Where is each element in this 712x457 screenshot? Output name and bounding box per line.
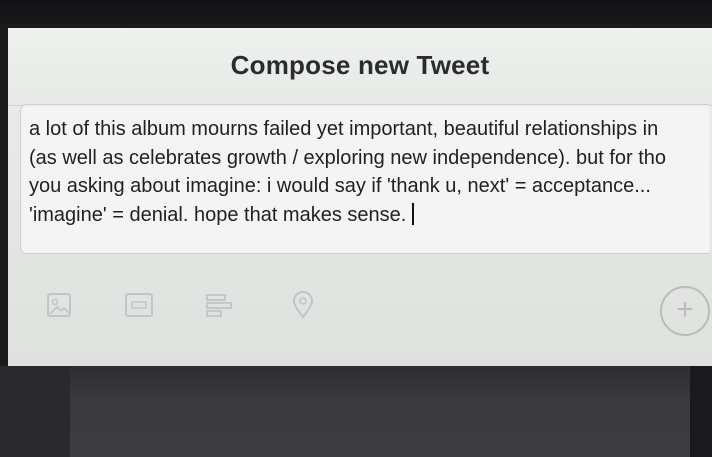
compose-toolbar: + (20, 272, 710, 336)
dialog-header: Compose new Tweet (8, 28, 712, 106)
background-edge-right (690, 366, 712, 457)
tweet-line: 'imagine' = denial. hope that makes sens… (29, 203, 407, 226)
background-edge-left (0, 366, 70, 457)
tweet-line: (as well as celebrates growth / explorin… (29, 146, 667, 169)
poll-icon[interactable] (204, 290, 234, 320)
screen-background: Compose new Tweet a lot of this album mo… (0, 0, 712, 457)
dialog-title: Compose new Tweet (230, 50, 490, 80)
location-icon[interactable] (288, 290, 318, 320)
text-caret (412, 202, 415, 225)
tweet-text: a lot of this album mourns failed yet im… (29, 115, 710, 229)
tweet-line: you asking about imagine: i would say if… (29, 175, 651, 197)
tweet-line: a lot of this album mourns failed yet im… (29, 118, 659, 140)
gif-icon[interactable] (124, 290, 154, 320)
tweet-text-area[interactable]: a lot of this album mourns failed yet im… (20, 104, 710, 254)
background-below-dialog (0, 366, 712, 457)
image-icon[interactable] (44, 290, 74, 320)
add-tweet-icon[interactable]: + (660, 286, 710, 336)
